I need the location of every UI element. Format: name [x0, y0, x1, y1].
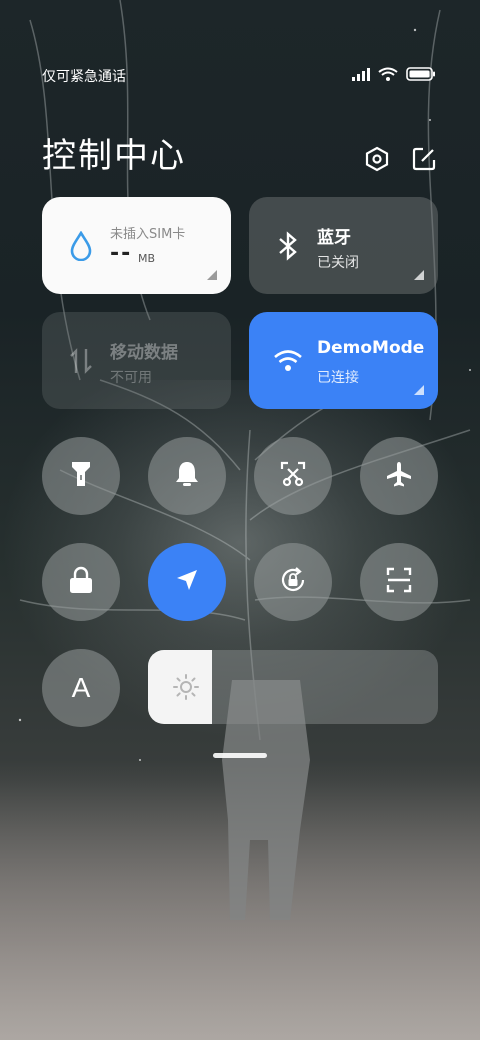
- status-icons: [352, 66, 436, 85]
- bluetooth-label: 蓝牙: [317, 228, 351, 248]
- airplane-icon: [385, 460, 413, 492]
- expand-corner-icon: [414, 385, 424, 395]
- scissors-icon: [279, 460, 307, 492]
- carrier-status-text: 仅可紧急通话: [42, 69, 126, 85]
- wifi-icon: [378, 66, 398, 85]
- data-usage-tile[interactable]: 未插入SIM卡 -- MB: [42, 197, 231, 294]
- rotation-lock-toggle[interactable]: [254, 543, 332, 621]
- data-usage-value: --: [110, 241, 133, 266]
- bluetooth-status: 已关闭: [317, 255, 359, 271]
- mobile-data-status: 不可用: [110, 370, 152, 386]
- bell-icon: [174, 460, 200, 492]
- scan-icon: [385, 566, 413, 598]
- sim-status-label: 未插入SIM卡: [110, 227, 186, 242]
- mobile-data-tile[interactable]: 移动数据 不可用: [42, 312, 231, 409]
- location-arrow-icon: [174, 567, 200, 597]
- location-toggle[interactable]: [148, 543, 226, 621]
- sun-icon: [172, 673, 200, 701]
- battery-icon: [406, 66, 436, 85]
- mobile-data-label: 移动数据: [110, 343, 178, 363]
- lock-screen-toggle[interactable]: [42, 543, 120, 621]
- page-title: 控制中心: [42, 136, 186, 176]
- water-drop-icon: [66, 231, 96, 261]
- font-icon: A: [71, 672, 91, 703]
- settings-icon[interactable]: [364, 146, 390, 172]
- bluetooth-icon: [273, 231, 303, 261]
- dismiss-handle[interactable]: [213, 753, 267, 758]
- bluetooth-tile[interactable]: 蓝牙 已关闭: [249, 197, 438, 294]
- data-usage-unit: MB: [138, 252, 156, 265]
- expand-corner-icon: [414, 270, 424, 280]
- brightness-slider[interactable]: [148, 650, 438, 724]
- wifi-status: 已连接: [317, 370, 359, 386]
- wifi-network-label: DemoMode: [317, 338, 425, 358]
- sound-toggle[interactable]: [148, 437, 226, 515]
- wifi-icon: [273, 346, 303, 376]
- font-size-toggle[interactable]: A: [42, 649, 120, 727]
- screenshot-toggle[interactable]: [254, 437, 332, 515]
- data-arrows-icon: [66, 346, 96, 376]
- signal-icon: [352, 66, 370, 85]
- airplane-mode-toggle[interactable]: [360, 437, 438, 515]
- rotation-lock-icon: [279, 566, 307, 598]
- flashlight-icon: [69, 460, 93, 492]
- lock-icon: [68, 566, 94, 598]
- edit-icon[interactable]: [411, 146, 437, 172]
- scanner-toggle[interactable]: [360, 543, 438, 621]
- wifi-tile[interactable]: DemoMode 已连接: [249, 312, 438, 409]
- flashlight-toggle[interactable]: [42, 437, 120, 515]
- expand-corner-icon: [207, 270, 217, 280]
